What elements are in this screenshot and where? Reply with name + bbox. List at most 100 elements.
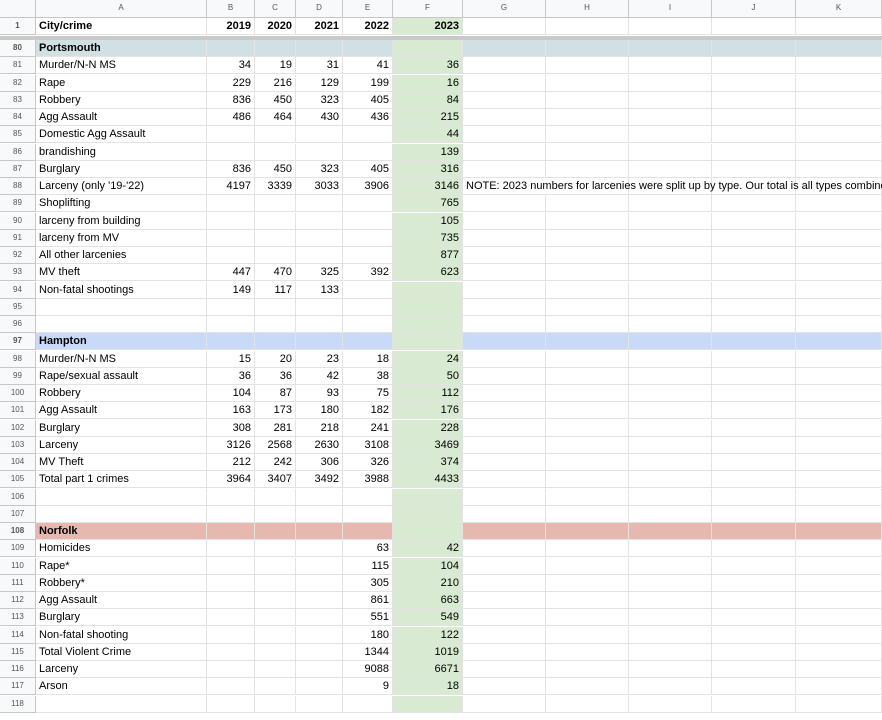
cell-d[interactable]: 430 (296, 109, 343, 126)
cell-f[interactable]: 24 (393, 350, 463, 368)
cell-d[interactable]: 325 (296, 264, 343, 282)
cell-b[interactable]: 34 (207, 57, 255, 75)
cell-a[interactable]: Non-fatal shootings (36, 281, 207, 299)
cell-i[interactable] (629, 367, 712, 385)
cell-h[interactable] (546, 91, 629, 109)
cell-c[interactable] (255, 126, 296, 144)
cell-j[interactable] (712, 74, 796, 92)
row-number[interactable]: 118 (0, 695, 36, 713)
cell-g[interactable] (463, 126, 546, 144)
cell-f[interactable]: 6671 (393, 661, 463, 678)
cell-e[interactable]: 3988 (343, 471, 393, 489)
cell-g[interactable] (463, 695, 546, 713)
cell-a[interactable]: Hampton (36, 333, 207, 351)
cell-f[interactable]: 374 (393, 454, 463, 471)
cell-c[interactable] (255, 40, 296, 57)
cell-d[interactable] (296, 609, 343, 627)
cell-k[interactable] (796, 574, 882, 592)
cell-f[interactable]: 3469 (393, 436, 463, 454)
cell-b[interactable] (207, 247, 255, 264)
cell-d[interactable] (296, 488, 343, 506)
cell-d[interactable]: 3492 (296, 471, 343, 489)
cell-k[interactable] (796, 333, 882, 351)
cell-c[interactable]: 173 (255, 402, 296, 420)
cell-k[interactable] (796, 695, 882, 713)
cell-a[interactable]: Total Violent Crime (36, 643, 207, 661)
cell-d[interactable] (296, 540, 343, 558)
cell-j[interactable] (712, 661, 796, 678)
row-number[interactable]: 106 (0, 488, 36, 506)
cell-f[interactable]: 2023 (393, 18, 463, 35)
cell-j[interactable] (712, 592, 796, 609)
cell-k[interactable] (796, 212, 882, 230)
row-number[interactable]: 109 (0, 540, 36, 558)
cell-k[interactable] (796, 367, 882, 385)
cell-h[interactable] (546, 436, 629, 454)
cell-h[interactable] (546, 212, 629, 230)
cell-e[interactable]: 63 (343, 540, 393, 558)
cell-e[interactable]: 1344 (343, 643, 393, 661)
cell-j[interactable] (712, 281, 796, 299)
cell-c[interactable] (255, 143, 296, 161)
cell-c[interactable] (255, 574, 296, 592)
cell-k[interactable] (796, 109, 882, 126)
cell-c[interactable] (255, 540, 296, 558)
cell-i[interactable] (629, 523, 712, 540)
cell-c[interactable] (255, 247, 296, 264)
cell-i[interactable] (629, 333, 712, 351)
cell-g[interactable] (463, 247, 546, 264)
cell-j[interactable] (712, 385, 796, 402)
cell-f[interactable]: 4433 (393, 471, 463, 489)
column-header-h[interactable]: H (546, 0, 629, 18)
cell-f[interactable]: 3146 (393, 178, 463, 195)
cell-f[interactable]: 663 (393, 592, 463, 609)
cell-g[interactable] (463, 229, 546, 247)
cell-e[interactable]: 405 (343, 160, 393, 178)
cell-i[interactable] (629, 126, 712, 144)
cell-j[interactable] (712, 471, 796, 489)
cell-a[interactable]: Non-fatal shooting (36, 626, 207, 644)
cell-b[interactable] (207, 316, 255, 333)
cell-c[interactable] (255, 298, 296, 316)
cell-i[interactable] (629, 195, 712, 213)
cell-i[interactable] (629, 695, 712, 713)
cell-e[interactable]: 9 (343, 678, 393, 696)
cell-a[interactable]: MV Theft (36, 454, 207, 471)
cell-c[interactable]: 216 (255, 74, 296, 92)
cell-f[interactable]: 104 (393, 557, 463, 575)
cell-f[interactable] (393, 40, 463, 57)
cell-k[interactable] (796, 298, 882, 316)
cell-c[interactable] (255, 557, 296, 575)
cell-e[interactable]: 9088 (343, 661, 393, 678)
cell-g[interactable] (463, 18, 546, 35)
cell-f[interactable]: 122 (393, 626, 463, 644)
cell-b[interactable] (207, 212, 255, 230)
cell-f[interactable]: 549 (393, 609, 463, 627)
cell-f[interactable]: 18 (393, 678, 463, 696)
cell-d[interactable]: 23 (296, 350, 343, 368)
cell-a[interactable]: Burglary (36, 609, 207, 627)
cell-i[interactable] (629, 247, 712, 264)
cell-b[interactable] (207, 557, 255, 575)
cell-h[interactable] (546, 298, 629, 316)
cell-e[interactable] (343, 316, 393, 333)
cell-e[interactable]: 305 (343, 574, 393, 592)
cell-e[interactable]: 861 (343, 592, 393, 609)
cell-e[interactable]: 392 (343, 264, 393, 282)
cell-j[interactable] (712, 402, 796, 420)
cell-h[interactable] (546, 18, 629, 35)
cell-g[interactable] (463, 298, 546, 316)
cell-a[interactable]: Murder/N-N MS (36, 350, 207, 368)
cell-h[interactable] (546, 316, 629, 333)
cell-j[interactable] (712, 195, 796, 213)
row-number[interactable]: 101 (0, 402, 36, 420)
cell-f[interactable] (393, 488, 463, 506)
cell-b[interactable] (207, 523, 255, 540)
cell-g[interactable] (463, 316, 546, 333)
row-number[interactable]: 80 (0, 40, 36, 57)
cell-f[interactable]: 105 (393, 212, 463, 230)
cell-a[interactable]: Total part 1 crimes (36, 471, 207, 489)
cell-i[interactable] (629, 57, 712, 75)
cell-f[interactable]: 16 (393, 74, 463, 92)
cell-a[interactable] (36, 316, 207, 333)
